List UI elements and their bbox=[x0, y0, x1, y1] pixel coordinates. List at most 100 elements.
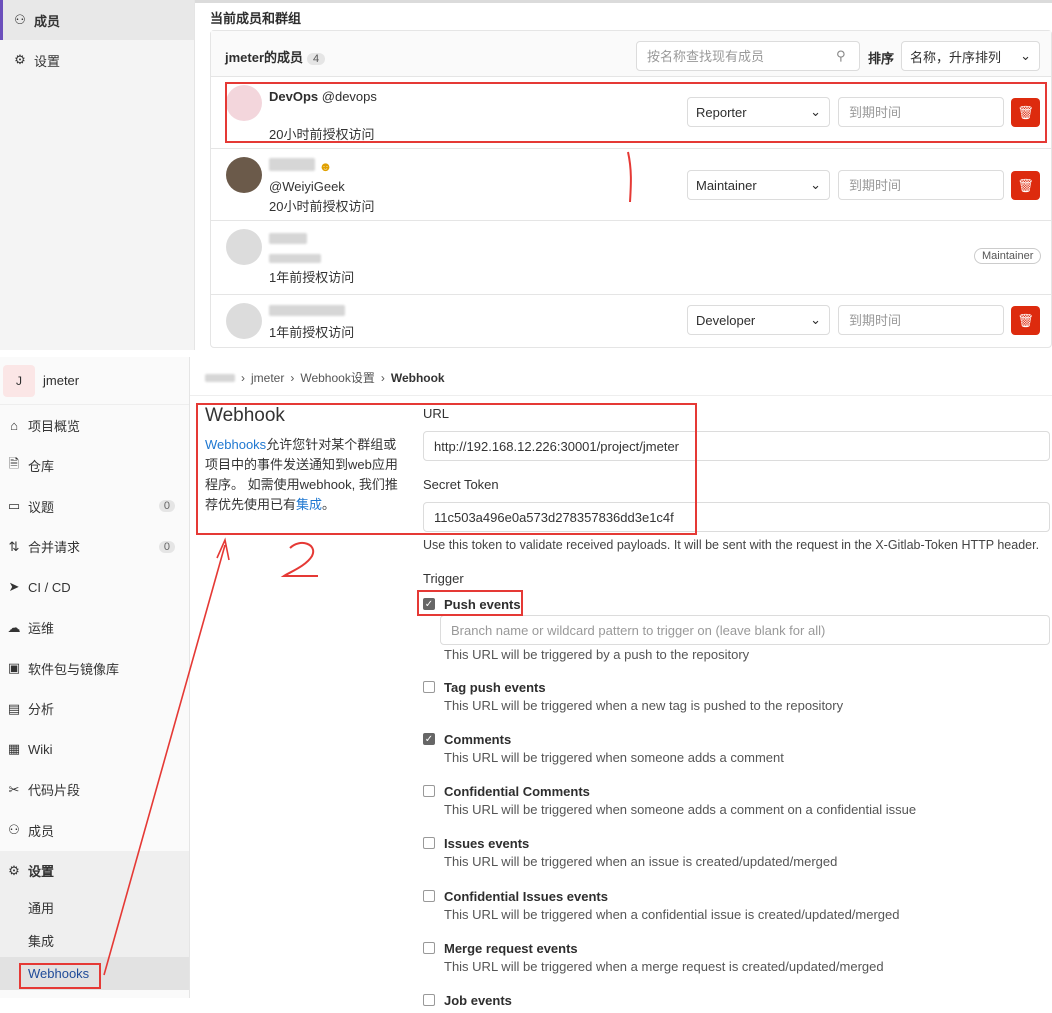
avatar bbox=[226, 303, 262, 339]
role-dropdown[interactable]: Maintainer ⌄ bbox=[687, 170, 830, 200]
sidebar-item-packages[interactable]: ▣ 软件包与镜像库 bbox=[0, 648, 189, 689]
sidebar-item-label: CI / CD bbox=[28, 579, 71, 595]
sort-label: 排序 bbox=[868, 51, 895, 66]
url-input[interactable] bbox=[423, 431, 1050, 461]
role-badge: Maintainer bbox=[974, 248, 1042, 264]
expiration-date-input[interactable] bbox=[838, 97, 1004, 127]
search-icon[interactable]: ⚲ bbox=[836, 48, 846, 64]
member-search-input[interactable] bbox=[636, 41, 860, 71]
sidebar-subitem-integrations[interactable]: 集成 bbox=[0, 924, 189, 957]
secret-token-help: Use this token to validate received payl… bbox=[423, 538, 1040, 552]
sidebar-item-repository[interactable]: 🗎 仓库 bbox=[0, 446, 189, 487]
tag-push-events-checkbox[interactable] bbox=[423, 681, 435, 693]
trigger-label: Tag push events bbox=[444, 680, 546, 695]
trigger-tag-push-events: Tag push events This URL will be trigger… bbox=[423, 680, 1043, 720]
emoji-icon: ☻ bbox=[318, 159, 333, 174]
users-icon: ⚇ bbox=[8, 822, 20, 838]
expiration-date-input[interactable] bbox=[838, 305, 1004, 335]
breadcrumb-divider bbox=[190, 395, 1052, 396]
sidebar-item-cicd[interactable]: ➤ CI / CD bbox=[0, 567, 189, 608]
chevron-right-icon: › bbox=[380, 370, 385, 385]
sidebar-subitem-general[interactable]: 通用 bbox=[0, 891, 189, 924]
top-divider bbox=[195, 0, 1052, 3]
trash-icon: 🗑 bbox=[1017, 104, 1034, 120]
issues-events-checkbox[interactable] bbox=[423, 837, 435, 849]
sidebar-subitem-webhooks[interactable]: Webhooks bbox=[0, 957, 189, 990]
sidebar-item-label: 成员 bbox=[28, 823, 55, 839]
confidential-comments-checkbox[interactable] bbox=[423, 785, 435, 797]
trash-icon: 🗑 bbox=[1017, 177, 1034, 193]
member-name bbox=[269, 232, 307, 247]
sort-dropdown[interactable]: 名称，升序排列 ⌄ bbox=[901, 41, 1040, 71]
remove-member-button[interactable]: 🗑 bbox=[1011, 171, 1040, 200]
branch-filter-input[interactable] bbox=[440, 615, 1050, 645]
gear-icon: ⚙ bbox=[8, 862, 20, 878]
members-title-text: jmeter的成员 bbox=[225, 50, 304, 65]
sidebar-item-operations[interactable]: ☁ 运维 bbox=[0, 608, 189, 649]
sidebar-item-analytics[interactable]: ▤ 分析 bbox=[0, 689, 189, 730]
project-sidebar: J jmeter ⌂ 项目概览 🗎 仓库 ▭ 议题 0 ⇅ 合并请求 0 ➤ CI / CD … bbox=[0, 357, 190, 998]
comments-checkbox[interactable]: ✓ bbox=[423, 733, 435, 745]
member-name bbox=[269, 304, 345, 319]
trash-icon: 🗑 bbox=[1017, 312, 1034, 328]
sidebar-item-overview[interactable]: ⌂ 项目概览 bbox=[0, 405, 189, 446]
member-row: 1年前授权访问 Maintainer bbox=[211, 221, 1051, 295]
merge-request-events-checkbox[interactable] bbox=[423, 942, 435, 954]
breadcrumb: › jmeter › Webhook设置 › Webhook bbox=[205, 369, 445, 386]
remove-member-button[interactable]: 🗑 bbox=[1011, 98, 1040, 127]
member-handle bbox=[269, 251, 321, 266]
members-title: jmeter的成员 4 bbox=[225, 47, 326, 66]
remove-member-button[interactable]: 🗑 bbox=[1011, 306, 1040, 335]
member-display-name: DevOps bbox=[269, 89, 319, 104]
users-icon: ⚇ bbox=[14, 12, 26, 27]
breadcrumb-item[interactable]: jmeter bbox=[251, 371, 284, 385]
trigger-confidential-comments: Confidential Comments This URL will be t… bbox=[423, 784, 1043, 824]
sidebar-item-settings[interactable]: ⚙ 设置 bbox=[0, 40, 194, 80]
project-header[interactable]: J jmeter bbox=[0, 357, 189, 405]
member-handle: @WeiyiGeek bbox=[269, 179, 345, 194]
trigger-help: This URL will be triggered when a merge … bbox=[444, 959, 884, 974]
sidebar-item-label: 项目概览 bbox=[28, 418, 81, 434]
sidebar-item-members[interactable]: ⚇ 成员 bbox=[0, 810, 189, 851]
sidebar-item-label: 代码片段 bbox=[28, 783, 81, 799]
expiration-date-input[interactable] bbox=[838, 170, 1004, 200]
trigger-issues-events: Issues events This URL will be triggered… bbox=[423, 836, 1043, 876]
sidebar-item-members[interactable]: ⚇ 成员 bbox=[0, 0, 194, 40]
trigger-comments: ✓ Comments This URL will be triggered wh… bbox=[423, 732, 1043, 772]
sidebar-item-label: 议题 bbox=[28, 499, 55, 515]
webhooks-docs-link[interactable]: Webhooks bbox=[205, 437, 266, 452]
member-name: ☻ bbox=[269, 158, 332, 174]
gear-icon: ⚙ bbox=[14, 52, 26, 67]
trigger-label: Comments bbox=[444, 732, 512, 747]
member-granted: 20小时前授权访问 bbox=[269, 199, 375, 214]
sidebar-item-label: 分析 bbox=[28, 702, 55, 718]
trigger-label: Issues events bbox=[444, 836, 530, 851]
trigger-help: This URL will be triggered when someone … bbox=[444, 802, 917, 817]
sidebar-item-label: Wiki bbox=[28, 741, 53, 757]
breadcrumb-item[interactable]: Webhook设置 bbox=[300, 369, 374, 386]
trigger-label: Push events bbox=[444, 597, 521, 612]
sidebar-item-issues[interactable]: ▭ 议题 0 bbox=[0, 486, 189, 527]
issues-icon: ▭ bbox=[7, 498, 21, 514]
integrations-link[interactable]: 集成 bbox=[296, 497, 322, 512]
role-dropdown[interactable]: Reporter ⌄ bbox=[687, 97, 830, 127]
rocket-icon: ➤ bbox=[8, 579, 20, 595]
members-header: jmeter的成员4 ⚲ 排序 名称，升序排列 ⌄ bbox=[211, 31, 1051, 77]
sidebar-item-label: 设置 bbox=[28, 864, 55, 880]
redacted-name bbox=[269, 233, 307, 244]
sidebar-item-snippets[interactable]: ✂ 代码片段 bbox=[0, 770, 189, 811]
confidential-issues-events-checkbox[interactable] bbox=[423, 890, 435, 902]
sidebar-item-settings[interactable]: ⚙ 设置 bbox=[0, 850, 189, 891]
job-events-checkbox[interactable] bbox=[423, 994, 435, 1006]
push-events-checkbox[interactable]: ✓ bbox=[423, 598, 435, 610]
chart-icon: ▤ bbox=[7, 700, 21, 716]
secret-token-input[interactable] bbox=[423, 502, 1050, 532]
member-granted: 1年前授权访问 bbox=[269, 270, 355, 285]
role-value: Maintainer bbox=[696, 177, 757, 193]
description-end: 。 bbox=[322, 497, 336, 512]
sidebar-item-merge-requests[interactable]: ⇅ 合并请求 0 bbox=[0, 527, 189, 568]
webhook-description: Webhooks允许您针对某个群组或项目中的事件发送通知到web应用程序。 如需… bbox=[205, 435, 405, 515]
role-dropdown[interactable]: Developer ⌄ bbox=[687, 305, 830, 335]
section-title: 当前成员和群组 bbox=[210, 11, 302, 26]
sidebar-item-wiki[interactable]: ▦ Wiki bbox=[0, 729, 189, 770]
